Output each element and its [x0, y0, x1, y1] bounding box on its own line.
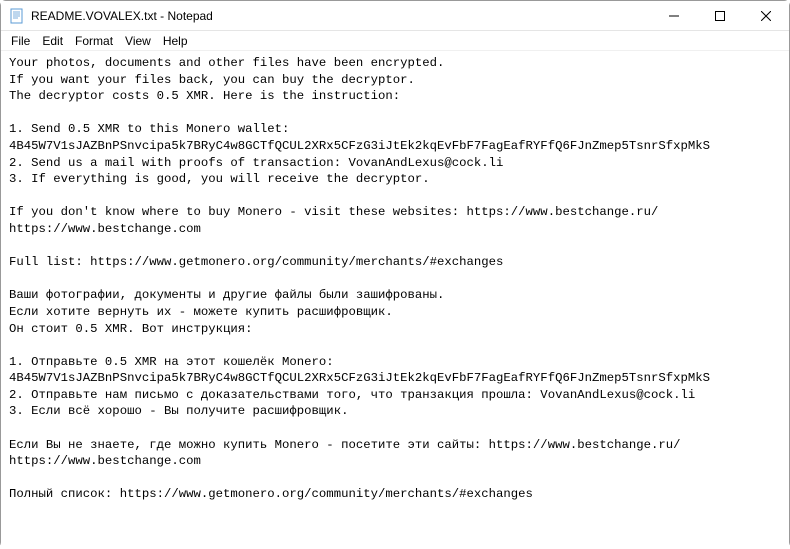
window-controls	[651, 1, 789, 30]
menu-edit[interactable]: Edit	[36, 33, 69, 49]
window-title: README.VOVALEX.txt - Notepad	[31, 9, 651, 23]
menu-help[interactable]: Help	[157, 33, 194, 49]
minimize-button[interactable]	[651, 1, 697, 30]
maximize-button[interactable]	[697, 1, 743, 30]
text-content[interactable]: Your photos, documents and other files h…	[1, 51, 789, 549]
menu-file[interactable]: File	[5, 33, 36, 49]
close-button[interactable]	[743, 1, 789, 30]
titlebar: README.VOVALEX.txt - Notepad	[1, 1, 789, 31]
notepad-icon	[9, 8, 25, 24]
menu-format[interactable]: Format	[69, 33, 119, 49]
menubar: File Edit Format View Help	[1, 31, 789, 51]
menu-view[interactable]: View	[119, 33, 157, 49]
